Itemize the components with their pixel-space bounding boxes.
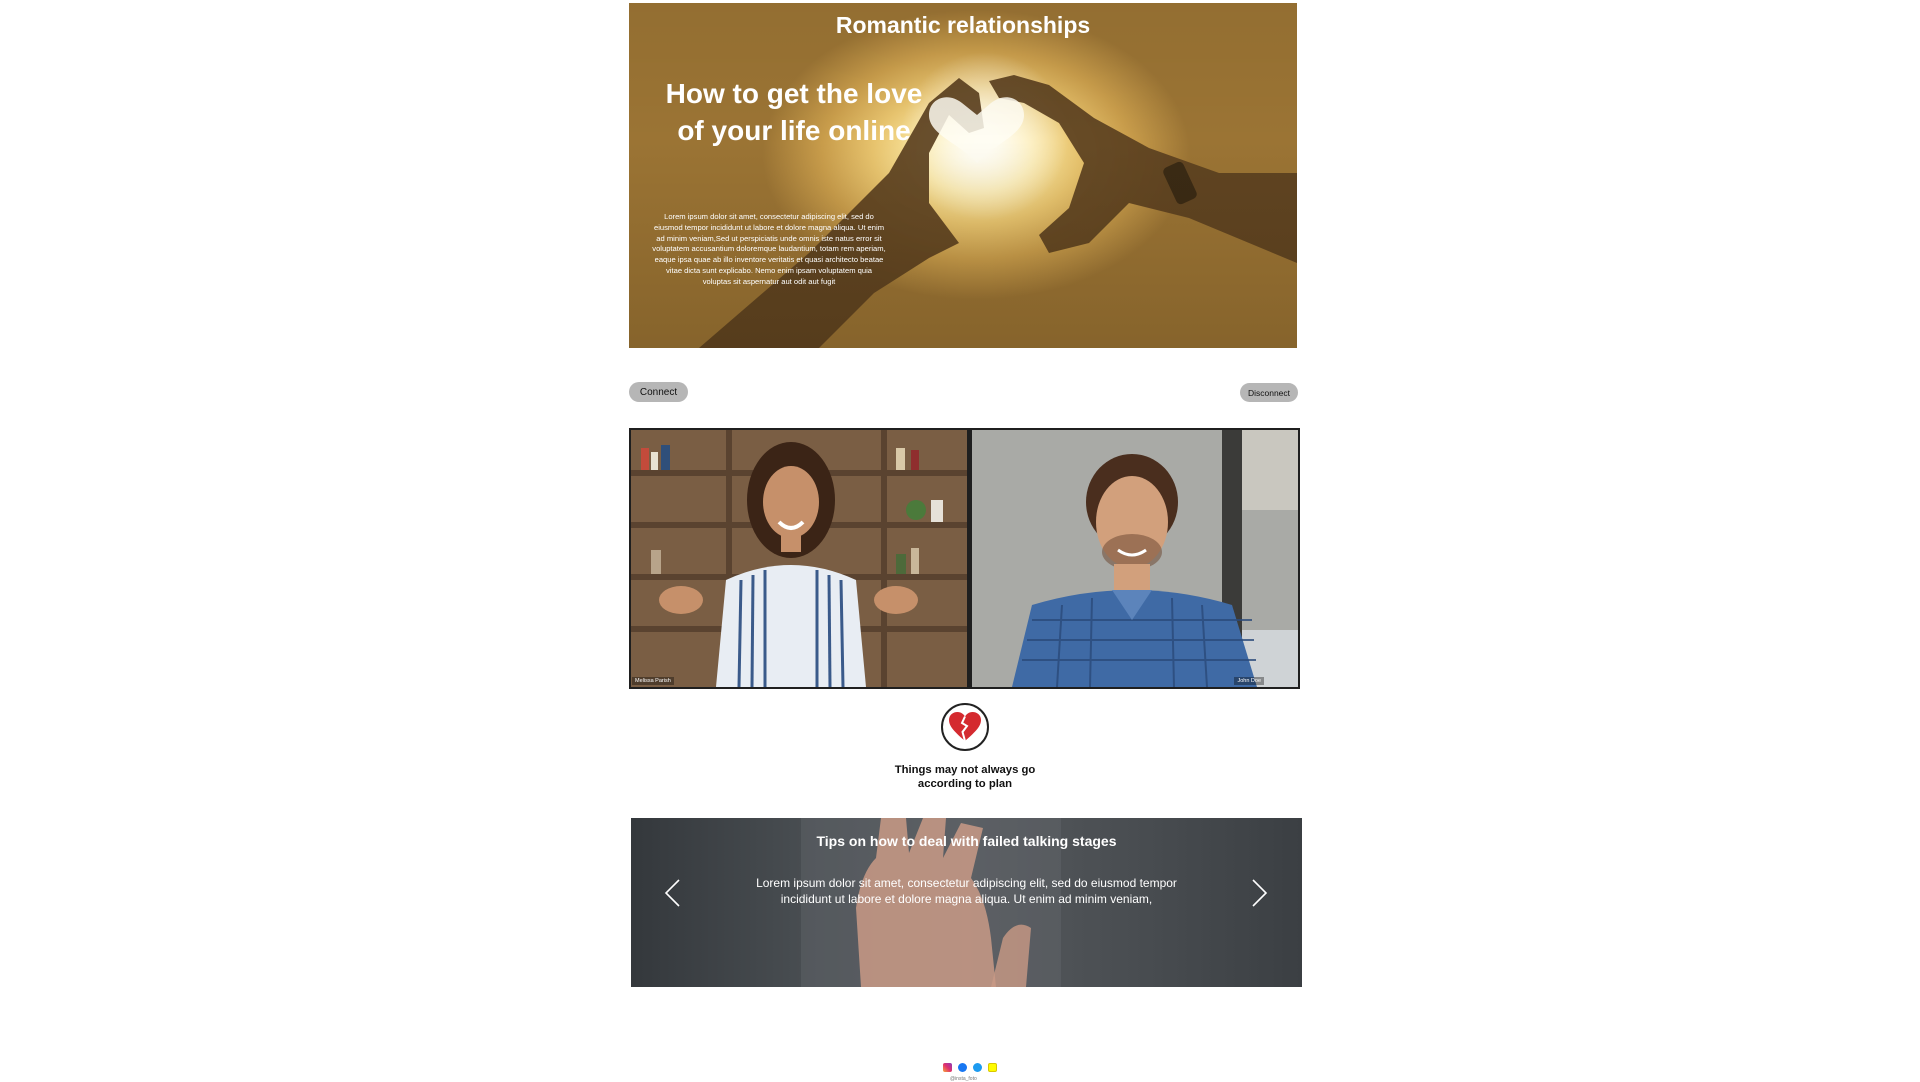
participant-name-label: John Doe bbox=[1234, 677, 1264, 685]
facebook-icon[interactable] bbox=[958, 1063, 967, 1072]
connect-button[interactable]: Connect bbox=[629, 382, 688, 402]
copyright-text: @insta_foto bbox=[950, 1076, 977, 1082]
participant-video-feed bbox=[972, 430, 1298, 687]
twitter-icon[interactable] bbox=[973, 1063, 982, 1072]
hero-heading: How to get the love of your life online bbox=[665, 78, 923, 146]
carousel-body-text: Lorem ipsum dolor sit amet, consectetur … bbox=[756, 876, 1177, 906]
hero-overlay bbox=[629, 3, 1297, 348]
hero-title: Romantic relationships bbox=[835, 12, 1091, 38]
notice-text: Things may not always go according to pl… bbox=[894, 764, 1036, 790]
hero-body-text: Lorem ipsum dolor sit amet, consectetur … bbox=[652, 212, 886, 286]
hero-banner: Romantic relationships How to get the lo… bbox=[629, 3, 1297, 348]
social-icons-bar bbox=[943, 1063, 997, 1072]
chevron-right-icon[interactable] bbox=[1247, 878, 1271, 908]
broken-heart-icon bbox=[941, 703, 989, 751]
participant-video-feed bbox=[631, 430, 967, 687]
tips-carousel: Tips on how to deal with failed talking … bbox=[631, 818, 1302, 987]
disconnect-button[interactable]: Disconnect bbox=[1240, 383, 1298, 402]
video-call-panel: Melissa Parish John Doe bbox=[629, 428, 1300, 689]
participant-name-label: Melissa Parish bbox=[632, 677, 674, 685]
instagram-icon[interactable] bbox=[943, 1063, 952, 1072]
video-tile-participant-1[interactable]: Melissa Parish bbox=[631, 430, 967, 687]
snapchat-icon[interactable] bbox=[988, 1063, 997, 1072]
carousel-title: Tips on how to deal with failed talking … bbox=[816, 833, 1117, 849]
chevron-left-icon[interactable] bbox=[661, 878, 685, 908]
video-tile-participant-2[interactable]: John Doe bbox=[972, 430, 1298, 687]
